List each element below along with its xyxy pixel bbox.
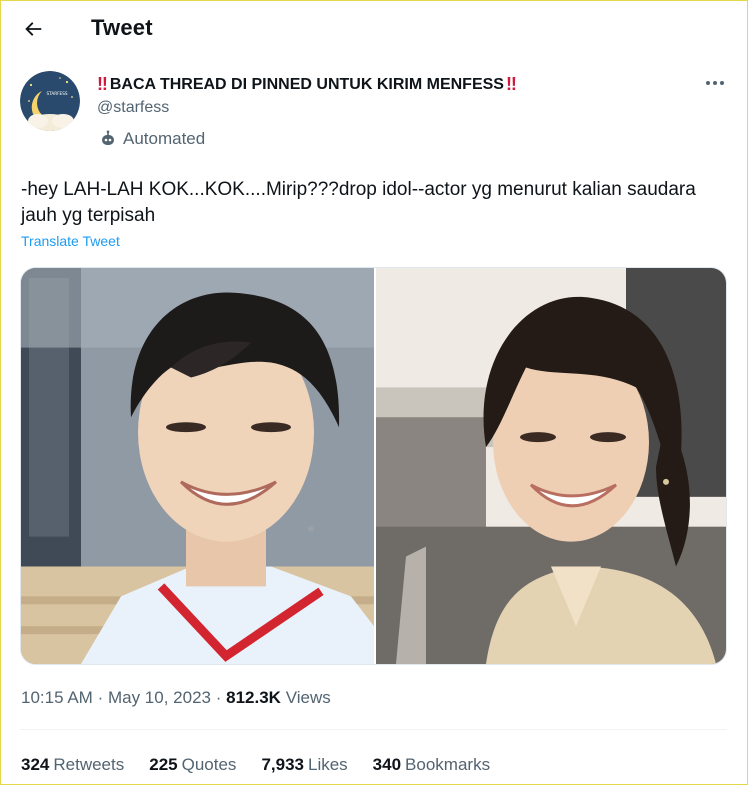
tweet-date[interactable]: May 10, 2023	[108, 688, 211, 707]
divider	[20, 729, 727, 730]
media-photo-right[interactable]	[376, 268, 726, 664]
back-button[interactable]	[13, 11, 53, 47]
engagement-stats: 324 Retweets 225 Quotes 7,933 Likes 340 Book…	[21, 755, 515, 775]
photo-woman-image	[376, 268, 726, 664]
moon-logo-icon: STARFESS	[20, 71, 80, 131]
retweets-label: Retweets	[53, 755, 125, 774]
page-title: Tweet	[91, 15, 153, 40]
avatar-logo-text: STARFESS	[46, 91, 67, 96]
tweet-media	[20, 267, 727, 665]
automated-label[interactable]: Automated	[99, 129, 205, 149]
display-name-text: BACA THREAD DI PINNED UNTUK KIRIM MENFES…	[109, 75, 504, 93]
views-count: 812.3K	[226, 688, 281, 707]
tweet-time[interactable]: 10:15 AM	[21, 688, 93, 707]
more-dots-icon	[706, 81, 724, 85]
avatar[interactable]: STARFESS	[20, 71, 80, 131]
quotes-count: 225	[149, 755, 178, 774]
translate-tweet-link[interactable]: Translate Tweet	[21, 233, 120, 249]
photo-man-image	[21, 268, 374, 664]
tweet-text: -hey LAH-LAH KOK...KOK....Mirip???drop i…	[21, 179, 696, 226]
bookmarks-stat[interactable]: 340 Bookmarks	[373, 755, 490, 775]
bookmarks-count: 340	[372, 755, 402, 774]
double-exclamation-emoji: ‼	[97, 74, 108, 94]
likes-label: Likes	[307, 755, 348, 774]
meta-separator: ·	[97, 688, 104, 707]
media-photo-left[interactable]	[21, 268, 374, 664]
meta-separator: ·	[215, 688, 222, 707]
views-label: Views	[285, 688, 331, 707]
more-options-button[interactable]	[703, 73, 727, 93]
tweet-meta: 10:15 AM · May 10, 2023 · 812.3K Views	[21, 688, 331, 708]
quotes-stat[interactable]: 225 Quotes	[149, 755, 236, 775]
author-handle[interactable]: @starfess	[97, 99, 169, 117]
top-bar: Tweet	[1, 1, 747, 57]
bookmarks-label: Bookmarks	[405, 755, 491, 774]
quotes-label: Quotes	[181, 755, 237, 774]
retweets-count: 324	[21, 755, 50, 774]
likes-stat[interactable]: 7,933 Likes	[261, 755, 347, 775]
double-exclamation-emoji: ‼	[505, 74, 517, 94]
automated-label-text: Automated	[123, 129, 206, 148]
retweets-stat[interactable]: 324 Retweets	[21, 755, 124, 775]
author-display-name[interactable]: ‼ BACA THREAD DI PINNED UNTUK KIRIM MENF…	[97, 74, 517, 95]
likes-count: 7,933	[261, 755, 304, 774]
bot-icon	[102, 130, 114, 145]
arrow-left-icon	[25, 22, 42, 36]
